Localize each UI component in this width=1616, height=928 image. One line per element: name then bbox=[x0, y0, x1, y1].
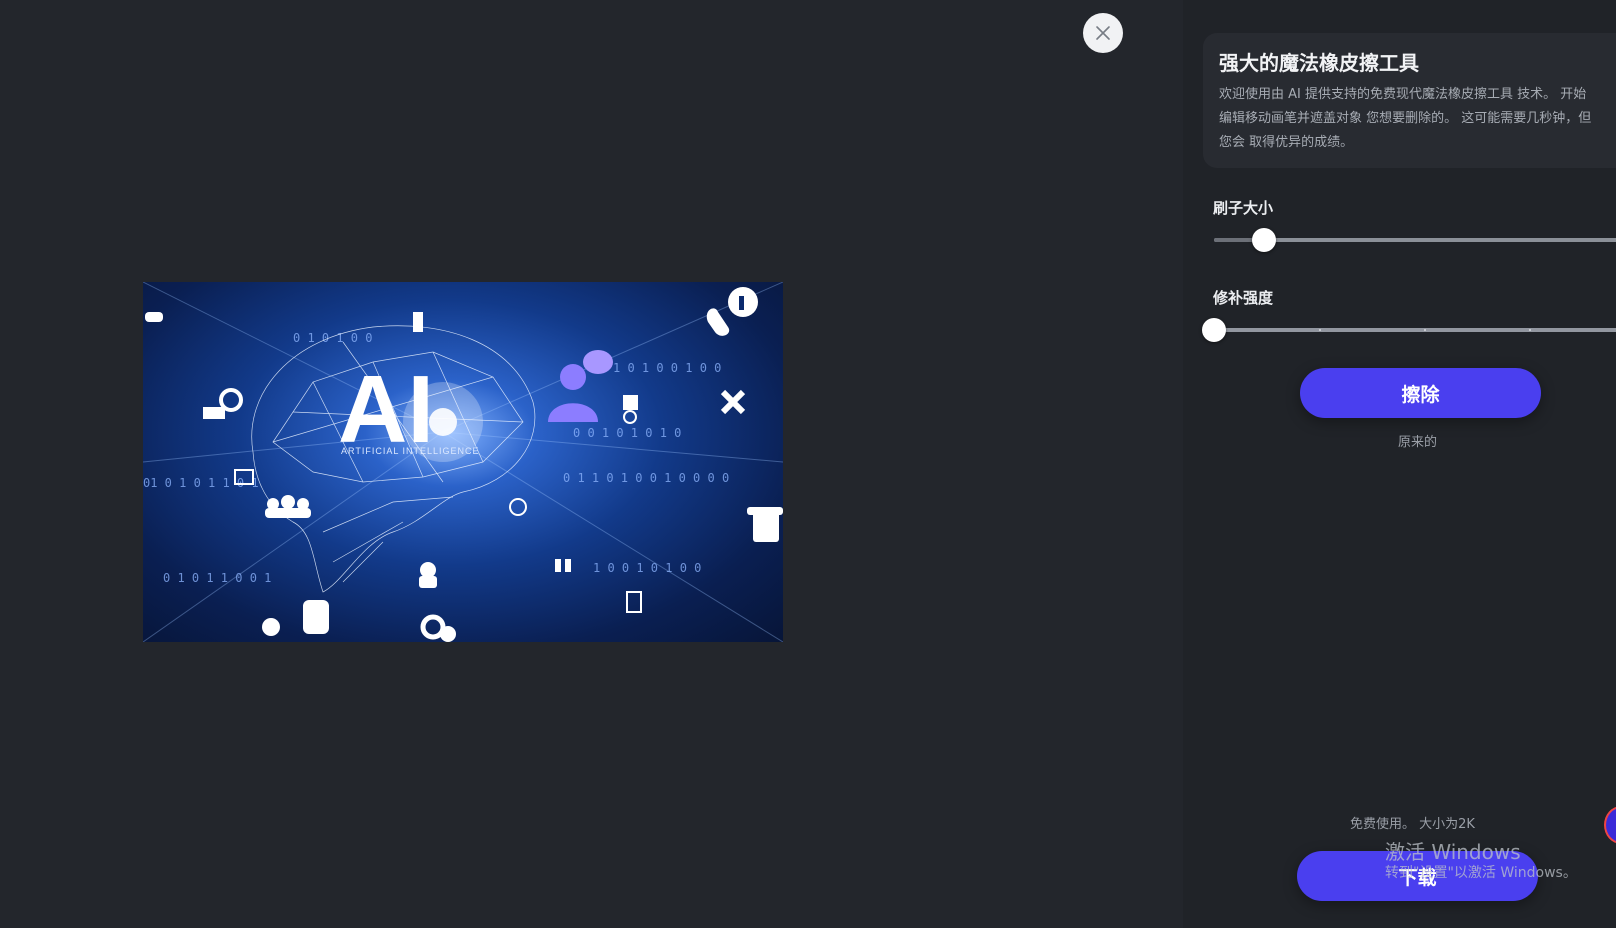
erase-button[interactable]: 擦除 bbox=[1300, 368, 1541, 418]
image-preview[interactable]: 01 0 1 0 1 1 0 1 0 1 1 0 1 0 0 1 0 0 0 0… bbox=[143, 282, 783, 642]
svg-text:0 1 1 0 1 0 0 1 0 0 0 0: 0 1 1 0 1 0 0 1 0 0 0 0 bbox=[563, 471, 729, 485]
brush-size-label: 刷子大小 bbox=[1213, 199, 1274, 217]
info-card: 强大的魔法橡皮擦工具 欢迎使用由 AI 提供支持的免费现代魔法橡皮擦工具 技术。… bbox=[1203, 33, 1616, 168]
repair-strength-slider[interactable] bbox=[1202, 318, 1616, 342]
info-line: 欢迎使用由 AI 提供支持的免费现代魔法橡皮擦工具 技术。 开始 bbox=[1219, 87, 1587, 102]
brush-size-thumb[interactable] bbox=[1252, 228, 1277, 252]
slider-tick bbox=[1529, 329, 1531, 331]
close-icon bbox=[1096, 26, 1110, 40]
repair-strength-label: 修补强度 bbox=[1213, 289, 1274, 307]
repair-strength-thumb[interactable] bbox=[1202, 318, 1226, 342]
info-title: 强大的魔法橡皮擦工具 bbox=[1219, 51, 1419, 75]
windows-activation-subtitle: 转到"设置"以激活 Windows。 bbox=[1385, 865, 1577, 881]
info-line: 编辑移动画笔并遮盖对象 您想要删除的。 这可能需要几秒钟，但 bbox=[1219, 111, 1592, 126]
svg-text:0 0 1 0 1 0 1 0: 0 0 1 0 1 0 1 0 bbox=[573, 426, 681, 440]
editor-canvas: 01 0 1 0 1 1 0 1 0 1 1 0 1 0 0 1 0 0 0 0… bbox=[0, 0, 1183, 928]
brush-size-slider[interactable] bbox=[1214, 228, 1616, 252]
info-line: 您会 取得优异的成绩。 bbox=[1219, 135, 1354, 150]
svg-text:0 1 0 1 0 0: 0 1 0 1 0 0 bbox=[293, 331, 372, 345]
svg-text:1 0 0 1 0 1 0 0: 1 0 0 1 0 1 0 0 bbox=[593, 561, 701, 575]
ai-brain-image: 01 0 1 0 1 1 0 1 0 1 1 0 1 0 0 1 0 0 0 0… bbox=[143, 282, 783, 642]
chat-widget-icon[interactable] bbox=[1604, 806, 1616, 844]
usage-note: 免费使用。 大小为2K bbox=[1350, 817, 1475, 832]
original-link[interactable]: 原来的 bbox=[1398, 431, 1437, 450]
svg-text:0 1 0 1 1 0 0 1: 0 1 0 1 1 0 0 1 bbox=[163, 571, 271, 585]
slider-tick bbox=[1319, 329, 1321, 331]
info-description: 欢迎使用由 AI 提供支持的免费现代魔法橡皮擦工具 技术。 开始 编辑移动画笔并… bbox=[1219, 83, 1616, 155]
slider-tick bbox=[1424, 329, 1426, 331]
close-button[interactable] bbox=[1083, 13, 1123, 53]
tool-sidebar: 强大的魔法橡皮擦工具 欢迎使用由 AI 提供支持的免费现代魔法橡皮擦工具 技术。… bbox=[1183, 0, 1616, 928]
preview-tagline: ARTIFICIAL INTELLIGENCE bbox=[341, 446, 480, 456]
windows-activation-title: 激活 Windows bbox=[1385, 840, 1521, 864]
svg-text:1 0 1 0 0 1 0 0: 1 0 1 0 0 1 0 0 bbox=[613, 361, 721, 375]
